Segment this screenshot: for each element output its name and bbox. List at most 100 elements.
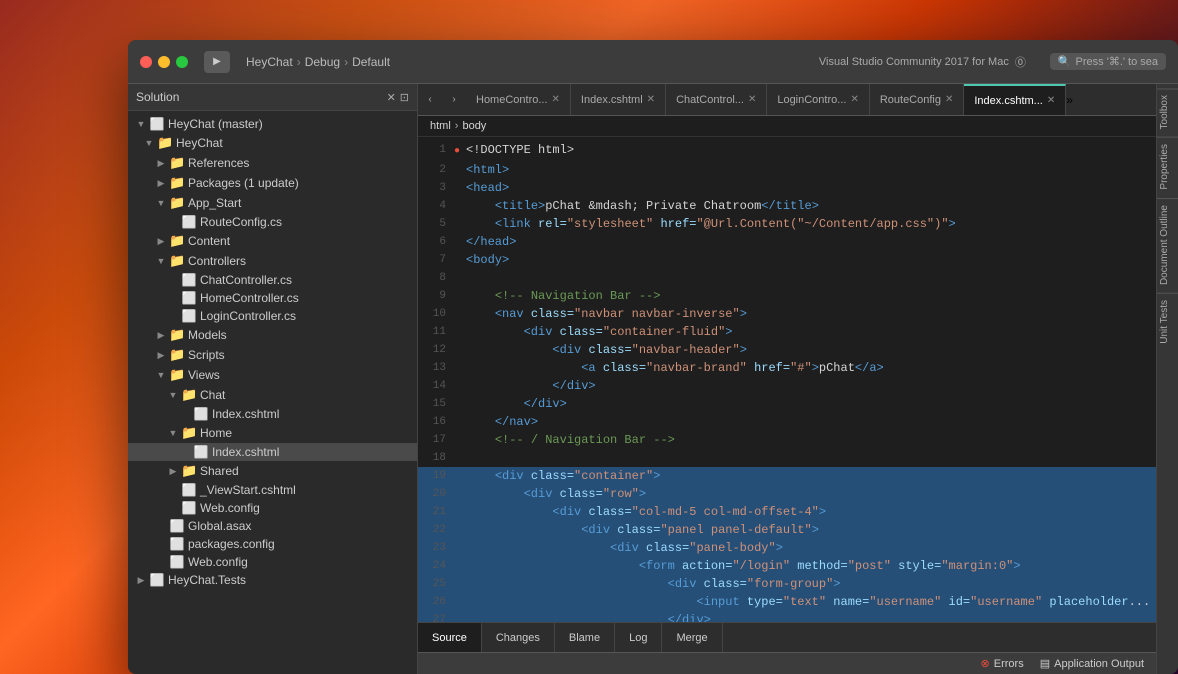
sidebar-item-packages[interactable]: ▶ 📁 Packages (1 update) — [128, 173, 417, 193]
tab-merge[interactable]: Merge — [662, 623, 722, 652]
code-line: 17 <!-- / Navigation Bar --> — [418, 431, 1156, 449]
tab-index-active[interactable]: Index.cshtm... ✕ — [964, 84, 1066, 115]
chevron-down-icon: ▼ — [156, 256, 166, 266]
errors-label: Errors — [994, 658, 1024, 670]
folder-icon: 📁 — [169, 175, 185, 191]
tab-blame[interactable]: Blame — [555, 623, 615, 652]
code-line-selected: 26 <input type="text" name="username" id… — [418, 593, 1156, 611]
code-line: 10 <nav class="navbar navbar-inverse"> — [418, 305, 1156, 323]
sidebar-pin-icon[interactable]: ⊡ — [400, 91, 409, 104]
sidebar-item-heychat-tests[interactable]: ▶ ⬜ HeyChat.Tests — [128, 571, 417, 589]
sidebar-item-homecontroller[interactable]: ⬜ HomeController.cs — [128, 289, 417, 307]
right-panel: ‹ › HomeContro... ✕ Index.cshtml ✕ ChatC… — [418, 84, 1156, 674]
code-line: 4 <title>pChat &mdash; Private Chatroom<… — [418, 197, 1156, 215]
chevron-down-icon: ▼ — [144, 138, 154, 148]
html-file-icon: ⬜ — [193, 445, 209, 459]
search-icon: 🔍 — [1058, 55, 1072, 68]
tab-routeconfig[interactable]: RouteConfig ✕ — [870, 84, 965, 115]
search-placeholder: Press '⌘.' to sea — [1076, 55, 1158, 68]
code-line-selected: 19 <div class="container"> — [418, 467, 1156, 485]
sidebar-close-icon[interactable]: ✕ — [387, 91, 396, 104]
tab-changes[interactable]: Changes — [482, 623, 555, 652]
sidebar-item-viewstart[interactable]: ⬜ _ViewStart.cshtml — [128, 481, 417, 499]
sidebar-item-chatcontroller[interactable]: ⬜ ChatController.cs — [128, 271, 417, 289]
unit-tests-label[interactable]: Unit Tests — [1157, 293, 1178, 350]
tab-log[interactable]: Log — [615, 623, 662, 652]
code-line-selected: 24 <form action="/login" method="post" s… — [418, 557, 1156, 575]
chevron-right-icon: ▶ — [168, 466, 178, 477]
tab-chatcontrol[interactable]: ChatControl... ✕ — [666, 84, 767, 115]
sidebar-item-web-config[interactable]: ⬜ Web.config — [128, 553, 417, 571]
sidebar-item-home[interactable]: ▼ 📁 Home — [128, 423, 417, 443]
tab-overflow[interactable]: » — [1066, 93, 1086, 107]
code-line-selected: 23 <div class="panel-body"> — [418, 539, 1156, 557]
sidebar-item-content[interactable]: ▶ 📁 Content — [128, 231, 417, 251]
sidebar-item-models[interactable]: ▶ 📁 Models — [128, 325, 417, 345]
error-icon: ⊗ — [981, 657, 990, 670]
code-line: 9 <!-- Navigation Bar --> — [418, 287, 1156, 305]
code-line: 6 </head> — [418, 233, 1156, 251]
code-line-selected: 27 </div> — [418, 611, 1156, 622]
run-button[interactable]: ▶ — [204, 51, 230, 73]
properties-label[interactable]: Properties — [1157, 137, 1178, 196]
close-button[interactable] — [140, 56, 152, 68]
tab-close-icon[interactable]: ✕ — [1047, 95, 1055, 106]
chevron-down-icon: ▼ — [156, 198, 166, 208]
html-file-icon: ⬜ — [181, 483, 197, 497]
tab-close-icon[interactable]: ✕ — [748, 94, 756, 105]
tab-prev-button[interactable]: ‹ — [418, 84, 442, 115]
sidebar-item-index-chat[interactable]: ⬜ Index.cshtml — [128, 405, 417, 423]
minimize-button[interactable] — [158, 56, 170, 68]
sidebar-item-references[interactable]: ▶ 📁 References — [128, 153, 417, 173]
code-editor[interactable]: 1 ● <!DOCTYPE html> 2 <html> 3 <he — [418, 137, 1156, 622]
sidebar-item-chat[interactable]: ▼ 📁 Chat — [128, 385, 417, 405]
chevron-right-icon: ▶ — [136, 575, 146, 586]
tab-close-icon[interactable]: ✕ — [552, 94, 560, 105]
chevron-down-icon: ▼ — [168, 390, 178, 400]
chevron-down-icon: ▼ — [156, 370, 166, 380]
error-dot: ● — [454, 146, 460, 157]
chevron-right-icon: ▶ — [156, 158, 166, 169]
sidebar-item-index-home[interactable]: ⬜ Index.cshtml — [128, 443, 417, 461]
folder-icon: 📁 — [169, 233, 185, 249]
sidebar-item-logincontroller[interactable]: ⬜ LoginController.cs — [128, 307, 417, 325]
errors-status[interactable]: ⊗ Errors — [981, 657, 1024, 670]
sidebar-item-shared[interactable]: ▶ 📁 Shared — [128, 461, 417, 481]
sidebar-item-packages-config[interactable]: ⬜ packages.config — [128, 535, 417, 553]
sidebar-item-heychat-master[interactable]: ▼ ⬜ HeyChat (master) — [128, 115, 417, 133]
sidebar-item-web-config-views[interactable]: ⬜ Web.config — [128, 499, 417, 517]
document-outline-label[interactable]: Document Outline — [1157, 198, 1178, 291]
chevron-right-icon: ▶ — [156, 350, 166, 361]
tab-logincontrol[interactable]: LoginContro... ✕ — [767, 84, 870, 115]
tab-indexcshtml[interactable]: Index.cshtml ✕ — [571, 84, 666, 115]
sidebar-item-global-asax[interactable]: ⬜ Global.asax — [128, 517, 417, 535]
sidebar-item-controllers[interactable]: ▼ 📁 Controllers — [128, 251, 417, 271]
tab-close-icon[interactable]: ✕ — [945, 94, 953, 105]
code-line-selected: 25 <div class="form-group"> — [418, 575, 1156, 593]
tab-bar: ‹ › HomeContro... ✕ Index.cshtml ✕ ChatC… — [418, 84, 1156, 116]
sidebar-item-scripts[interactable]: ▶ 📁 Scripts — [128, 345, 417, 365]
tab-close-icon[interactable]: ✕ — [647, 94, 655, 105]
code-line: 1 ● <!DOCTYPE html> — [418, 141, 1156, 161]
toolbox-label[interactable]: Toolbox — [1157, 88, 1178, 135]
app-output-status[interactable]: ▤ Application Output — [1040, 657, 1144, 670]
sidebar: Solution ✕ ⊡ ▼ ⬜ HeyChat (master) ▼ 📁 He — [128, 84, 418, 674]
help-icon[interactable]: ⓪ — [1015, 54, 1026, 70]
sidebar-item-views[interactable]: ▼ 📁 Views — [128, 365, 417, 385]
tab-next-button[interactable]: › — [442, 84, 466, 115]
tab-source[interactable]: Source — [418, 623, 482, 652]
sidebar-item-app-start[interactable]: ▼ 📁 App_Start — [128, 193, 417, 213]
chevron-right-icon: ▶ — [156, 330, 166, 341]
html-file-icon: ⬜ — [193, 407, 209, 421]
tab-homecontrol[interactable]: HomeContro... ✕ — [466, 84, 571, 115]
folder-icon: 📁 — [169, 155, 185, 171]
sidebar-item-heychat-project[interactable]: ▼ 📁 HeyChat — [128, 133, 417, 153]
traffic-lights — [140, 56, 188, 68]
tab-close-icon[interactable]: ✕ — [850, 94, 858, 105]
folder-icon: 📁 — [181, 387, 197, 403]
sidebar-item-routeconfig[interactable]: ⬜ RouteConfig.cs — [128, 213, 417, 231]
code-line: 8 — [418, 269, 1156, 287]
search-box[interactable]: 🔍 Press '⌘.' to sea — [1050, 53, 1166, 70]
maximize-button[interactable] — [176, 56, 188, 68]
solution-icon: ⬜ — [149, 117, 165, 131]
